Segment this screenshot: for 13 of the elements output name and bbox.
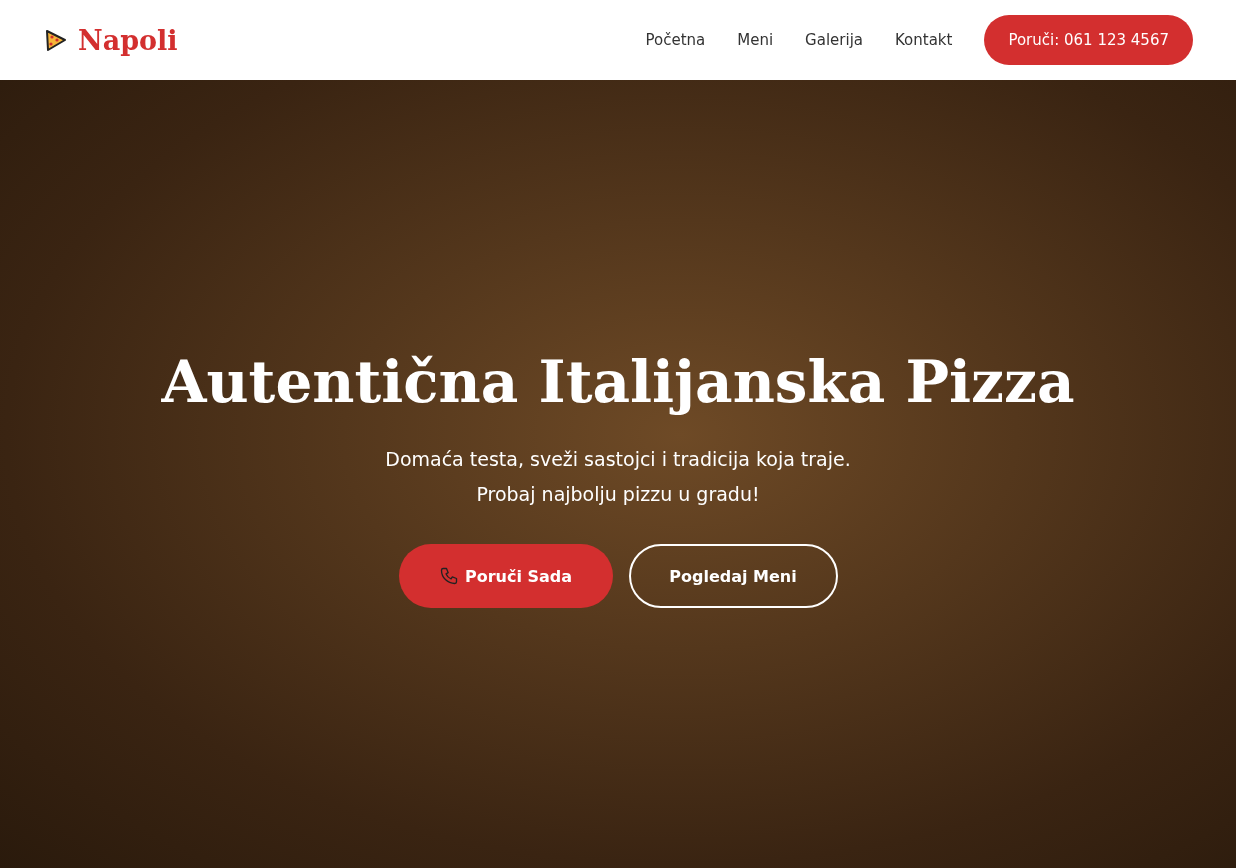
- hero-subtitle: Probaj najbolju pizzu u gradu!: [476, 482, 760, 507]
- pizza-slice-icon: [44, 27, 68, 53]
- nav-link[interactable]: Meni: [737, 31, 774, 49]
- order-phone-button[interactable]: Poruči: 061 123 4567: [984, 15, 1193, 65]
- brand-name[interactable]: Napoli: [78, 24, 178, 56]
- phone-icon: [438, 566, 459, 586]
- nav-link[interactable]: Početna: [645, 31, 706, 49]
- view-menu-button[interactable]: Pogledaj Meni: [628, 544, 838, 608]
- order-now-button[interactable]: Poruči Sada: [398, 544, 613, 608]
- hero-title: Autentična Italijanska Pizza: [161, 348, 1075, 416]
- nav-link[interactable]: Kontakt: [895, 31, 953, 49]
- hero-subtitle: Domaća testa, sveži sastojci i tradicija koja traje.: [385, 447, 851, 472]
- nav-link[interactable]: Galerija: [805, 31, 863, 49]
